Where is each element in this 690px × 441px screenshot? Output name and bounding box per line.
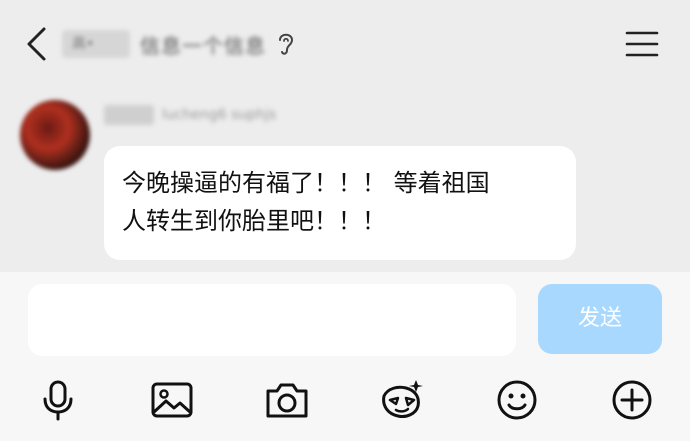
plus-circle-icon[interactable] — [608, 376, 656, 424]
composer-bar: 发送 — [0, 272, 690, 441]
chat-title: 信息一个信息 — [140, 33, 266, 58]
send-button[interactable]: 发送 — [538, 284, 662, 354]
hamburger-menu-icon[interactable] — [624, 28, 660, 60]
message-list: lucheng6 suphjs 今晚操逼的有福了！！！ 等着祖国 人转生到你胎里… — [0, 86, 690, 272]
message-text-line-2: 人转生到你胎里吧！！！ — [122, 207, 386, 235]
camera-icon[interactable] — [263, 376, 311, 424]
chat-header: 高• 信息一个信息 — [0, 0, 690, 86]
sender-name: lucheng6 suphjs — [162, 107, 277, 123]
chevron-left-icon[interactable] — [22, 25, 50, 63]
sender-info: lucheng6 suphjs — [104, 104, 276, 126]
message-input[interactable] — [28, 284, 516, 356]
sender-badge — [104, 105, 154, 125]
ear-icon[interactable] — [276, 30, 296, 58]
avatar[interactable] — [20, 100, 90, 170]
message-text-line-1: 今晚操逼的有福了！！！ 等着祖国 — [122, 169, 490, 197]
sticker-icon[interactable] — [378, 376, 426, 424]
group-chip: 高• — [62, 30, 130, 58]
emoji-icon[interactable] — [493, 376, 541, 424]
toolbar — [0, 370, 690, 426]
image-icon[interactable] — [148, 376, 196, 424]
message-bubble[interactable]: 今晚操逼的有福了！！！ 等着祖国 人转生到你胎里吧！！！ — [104, 146, 576, 260]
chat-title-area[interactable]: 高• 信息一个信息 — [62, 28, 296, 60]
microphone-icon[interactable] — [34, 376, 82, 424]
